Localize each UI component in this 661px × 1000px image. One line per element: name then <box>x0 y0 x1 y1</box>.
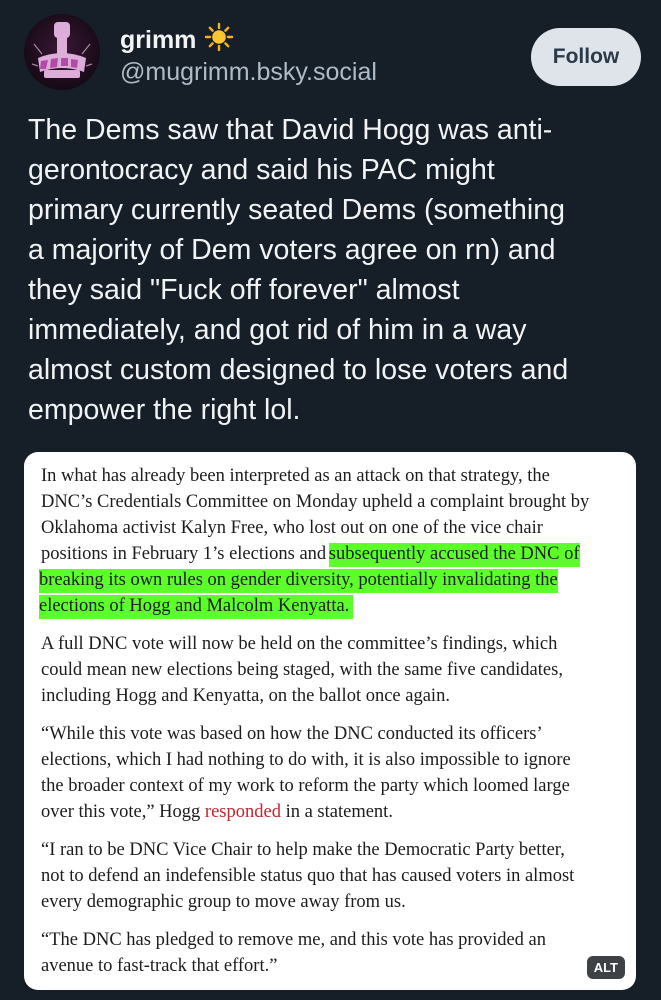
post-text-line: empower the right lol. <box>28 394 301 426</box>
highlighted-text: elections of Hogg and Malcolm Kenyatta. <box>39 595 354 619</box>
article-line: elections of Hogg and Malcolm Kenyatta. <box>39 593 631 619</box>
article-line: A full DNC vote will now be held on the … <box>41 634 558 654</box>
article-text: in a statement. <box>280 802 393 822</box>
responded-link: responded <box>204 802 281 822</box>
article-line: positions in February 1’s elections and … <box>41 541 631 567</box>
article-line: the broader context of my work to reform… <box>41 776 570 796</box>
post-text-line: gerontocracy and said his PAC might <box>28 154 495 186</box>
post: grimm @mugrimm.bsky.social Follow The De… <box>0 0 661 1000</box>
article-line: “I ran to be DNC Vice Chair to help make… <box>41 840 565 860</box>
post-image-embed[interactable]: In what has already been interpreted as … <box>24 452 636 990</box>
article-paragraph-2: A full DNC vote will now be held on the … <box>41 631 631 709</box>
post-text-line: immediately, and got rid of him in a way <box>28 314 527 346</box>
article-line: avenue to fast-track that effort.” <box>41 956 278 976</box>
article-paragraph-4: “I ran to be DNC Vice Chair to help make… <box>41 837 631 915</box>
article-line: Oklahoma activist Kalyn Free, who lost o… <box>41 518 543 538</box>
fist-logo-avatar <box>24 14 100 90</box>
post-header: grimm @mugrimm.bsky.social Follow <box>24 14 641 100</box>
article-line: “While this vote was based on how the DN… <box>41 724 543 744</box>
author-display-name[interactable]: grimm <box>120 22 234 59</box>
post-text-line: The Dems saw that David Hogg was anti- <box>28 114 553 146</box>
highlighted-text: breaking its own rules on gender diversi… <box>39 569 558 593</box>
article-line: could mean new elections being staged, w… <box>41 660 563 680</box>
article-line: not to defend an indefensible status quo… <box>41 866 575 886</box>
article-line: breaking its own rules on gender diversi… <box>39 567 631 593</box>
article-line: every demographic group to move away fro… <box>41 892 406 912</box>
article-paragraph-1: In what has already been interpreted as … <box>39 463 631 619</box>
post-text-line: almost custom designed to lose voters an… <box>28 354 569 386</box>
article-line: elections, which I had nothing to do wit… <box>41 750 571 770</box>
author-name[interactable]: grimm <box>120 26 196 54</box>
follow-button[interactable]: Follow <box>531 28 641 86</box>
highlighted-text: subsequently accused the DNC of <box>328 543 580 567</box>
article-line: over this vote,” Hogg responded in a sta… <box>41 799 631 825</box>
post-text-line: they said "Fuck off forever" almost <box>28 274 460 306</box>
article-paragraph-5: “The DNC has pledged to remove me, and t… <box>41 927 631 979</box>
article-text: over this vote,” Hogg <box>41 802 205 822</box>
avatar[interactable] <box>24 14 100 90</box>
author-handle[interactable]: @mugrimm.bsky.social <box>120 58 377 87</box>
article-paragraph-3: “While this vote was based on how the DN… <box>41 721 631 825</box>
post-text-line: primary currently seated Dems (something <box>28 194 565 226</box>
article-text: positions in February 1’s elections and <box>41 544 331 564</box>
post-text-line: a majority of Dem voters agree on rn) an… <box>28 234 556 266</box>
sun-icon <box>204 22 234 59</box>
alt-text-badge[interactable]: ALT <box>586 956 625 979</box>
article-line: DNC’s Credentials Committee on Monday up… <box>41 492 590 512</box>
article-line: In what has already been interpreted as … <box>41 466 550 486</box>
article-line: including Hogg and Kenyatta, on the ball… <box>41 686 450 706</box>
post-text: The Dems saw that David Hogg was anti- g… <box>28 110 640 430</box>
article-line: “The DNC has pledged to remove me, and t… <box>41 930 547 950</box>
article-screenshot: In what has already been interpreted as … <box>39 463 631 990</box>
